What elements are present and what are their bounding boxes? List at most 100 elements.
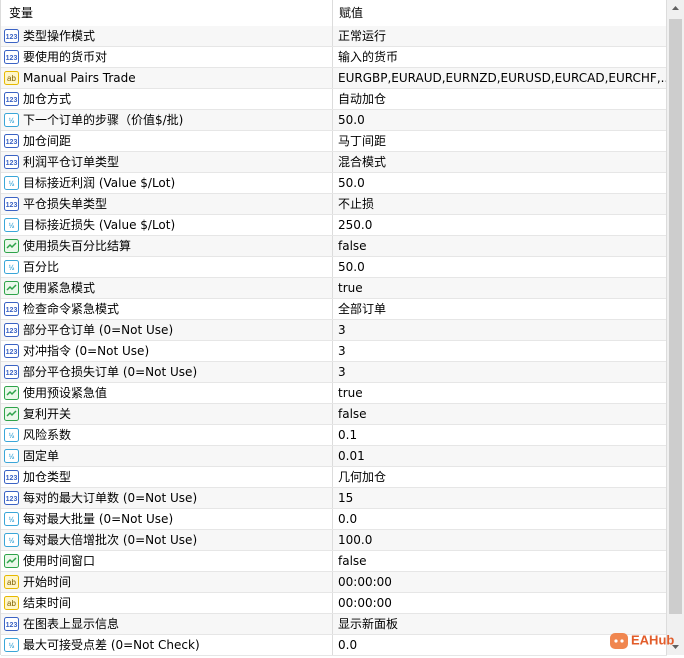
table-row[interactable]: 123 类型操作模式 正常运行 bbox=[1, 26, 667, 47]
svg-text:123: 123 bbox=[6, 349, 18, 356]
table-row[interactable]: 123 在图表上显示信息 显示新面板 bbox=[1, 614, 667, 635]
table-row[interactable]: 123 部分平仓损失订单 (0=Not Use) 3 bbox=[1, 362, 667, 383]
value-cell[interactable]: 50.0 bbox=[333, 257, 667, 277]
table-row[interactable]: 123 每对的最大订单数 (0=Not Use) 15 bbox=[1, 488, 667, 509]
variable-cell[interactable]: 123 部分平仓订单 (0=Not Use) bbox=[1, 320, 333, 340]
value-cell[interactable]: 0.0 bbox=[333, 509, 667, 529]
variable-cell[interactable]: ½ 目标接近损失 (Value $/Lot) bbox=[1, 215, 333, 235]
table-row[interactable]: 123 检查命令紧急模式 全部订单 bbox=[1, 299, 667, 320]
variable-cell[interactable]: 123 部分平仓损失订单 (0=Not Use) bbox=[1, 362, 333, 382]
table-row[interactable]: 复利开关 false bbox=[1, 404, 667, 425]
table-row[interactable]: ½ 目标接近利润 (Value $/Lot) 50.0 bbox=[1, 173, 667, 194]
table-row[interactable]: 123 加仓类型 几何加仓 bbox=[1, 467, 667, 488]
table-row[interactable]: ½ 每对最大倍增批次 (0=Not Use) 100.0 bbox=[1, 530, 667, 551]
value-cell[interactable]: 250.0 bbox=[333, 215, 667, 235]
value-cell[interactable]: 3 bbox=[333, 320, 667, 340]
variable-name: 目标接近利润 (Value $/Lot) bbox=[23, 176, 176, 190]
table-row[interactable]: ½ 目标接近损失 (Value $/Lot) 250.0 bbox=[1, 215, 667, 236]
variable-cell[interactable]: ½ 下一个订单的步骤（价值$/批) bbox=[1, 110, 333, 130]
table-row[interactable]: ½ 最大可接受点差 (0=Not Check) 0.0 bbox=[1, 635, 667, 656]
value-cell[interactable]: 几何加仓 bbox=[333, 467, 667, 487]
variable-cell[interactable]: ab Manual Pairs Trade bbox=[1, 68, 333, 88]
variable-cell[interactable]: 123 加仓间距 bbox=[1, 131, 333, 151]
table-row[interactable]: 123 要使用的货币对 输入的货币 bbox=[1, 47, 667, 68]
value-cell[interactable]: false bbox=[333, 404, 667, 424]
value-cell[interactable]: 自动加仓 bbox=[333, 89, 667, 109]
value-cell[interactable]: 马丁间距 bbox=[333, 131, 667, 151]
value-cell[interactable]: 0.1 bbox=[333, 425, 667, 445]
value-cell[interactable]: 50.0 bbox=[333, 110, 667, 130]
svg-text:½: ½ bbox=[9, 642, 15, 650]
value-cell[interactable]: 正常运行 bbox=[333, 26, 667, 46]
value-cell[interactable]: 3 bbox=[333, 362, 667, 382]
scrollbar-thumb[interactable] bbox=[669, 19, 682, 614]
variable-cell[interactable]: 123 加仓类型 bbox=[1, 467, 333, 487]
variable-cell[interactable]: 使用预设紧急值 bbox=[1, 383, 333, 403]
table-row[interactable]: 使用时间窗口 false bbox=[1, 551, 667, 572]
value-cell[interactable]: 50.0 bbox=[333, 173, 667, 193]
variable-cell[interactable]: ½ 每对最大批量 (0=Not Use) bbox=[1, 509, 333, 529]
table-row[interactable]: 123 部分平仓订单 (0=Not Use) 3 bbox=[1, 320, 667, 341]
table-row[interactable]: ab Manual Pairs Trade EURGBP,EURAUD,EURNZD… bbox=[1, 68, 667, 89]
value-cell[interactable]: 15 bbox=[333, 488, 667, 508]
table-row[interactable]: ½ 百分比 50.0 bbox=[1, 257, 667, 278]
value-cell[interactable]: 输入的货币 bbox=[333, 47, 667, 67]
variable-cell[interactable]: ab 开始时间 bbox=[1, 572, 333, 592]
value-cell[interactable]: true bbox=[333, 383, 667, 403]
value-cell[interactable]: true bbox=[333, 278, 667, 298]
variable-cell[interactable]: 使用紧急模式 bbox=[1, 278, 333, 298]
variable-cell[interactable]: 123 对冲指令 (0=Not Use) bbox=[1, 341, 333, 361]
value-cell[interactable]: 100.0 bbox=[333, 530, 667, 550]
table-row[interactable]: 123 加仓方式 自动加仓 bbox=[1, 89, 667, 110]
table-row[interactable]: ab 结束时间 00:00:00 bbox=[1, 593, 667, 614]
value-cell[interactable]: 00:00:00 bbox=[333, 593, 667, 613]
table-row[interactable]: ½ 风险系数 0.1 bbox=[1, 425, 667, 446]
scroll-up-arrow-icon[interactable] bbox=[667, 0, 684, 17]
variable-cell[interactable]: ½ 每对最大倍增批次 (0=Not Use) bbox=[1, 530, 333, 550]
variable-cell[interactable]: ½ 风险系数 bbox=[1, 425, 333, 445]
variable-cell[interactable]: 复利开关 bbox=[1, 404, 333, 424]
value-cell[interactable]: 混合模式 bbox=[333, 152, 667, 172]
double-type-icon: ½ bbox=[4, 218, 19, 232]
table-row[interactable]: 使用紧急模式 true bbox=[1, 278, 667, 299]
variable-cell[interactable]: 123 平仓损失单类型 bbox=[1, 194, 333, 214]
variable-cell[interactable]: 123 要使用的货币对 bbox=[1, 47, 333, 67]
value-cell[interactable]: 0.01 bbox=[333, 446, 667, 466]
variable-cell[interactable]: ½ 固定单 bbox=[1, 446, 333, 466]
variable-cell[interactable]: 123 类型操作模式 bbox=[1, 26, 333, 46]
table-row[interactable]: 使用损失百分比结算 false bbox=[1, 236, 667, 257]
variable-cell[interactable]: 使用时间窗口 bbox=[1, 551, 333, 571]
table-row[interactable]: 123 加仓间距 马丁间距 bbox=[1, 131, 667, 152]
value-cell[interactable]: false bbox=[333, 551, 667, 571]
variable-cell[interactable]: 123 在图表上显示信息 bbox=[1, 614, 333, 634]
variable-cell[interactable]: ½ 目标接近利润 (Value $/Lot) bbox=[1, 173, 333, 193]
variable-cell[interactable]: 使用损失百分比结算 bbox=[1, 236, 333, 256]
value-cell[interactable]: 3 bbox=[333, 341, 667, 361]
table-row[interactable]: ½ 固定单 0.01 bbox=[1, 446, 667, 467]
variable-name: 下一个订单的步骤（价值$/批) bbox=[23, 113, 184, 127]
vertical-scrollbar[interactable] bbox=[666, 0, 684, 655]
table-row[interactable]: ½ 每对最大批量 (0=Not Use) 0.0 bbox=[1, 509, 667, 530]
variable-cell[interactable]: 123 加仓方式 bbox=[1, 89, 333, 109]
value-cell[interactable]: 不止损 bbox=[333, 194, 667, 214]
value-cell[interactable]: false bbox=[333, 236, 667, 256]
variable-cell[interactable]: 123 检查命令紧急模式 bbox=[1, 299, 333, 319]
variable-cell[interactable]: 123 利润平仓订单类型 bbox=[1, 152, 333, 172]
column-header-value[interactable]: 赋值 bbox=[333, 0, 667, 26]
table-row[interactable]: ab 开始时间 00:00:00 bbox=[1, 572, 667, 593]
table-row[interactable]: 123 平仓损失单类型 不止损 bbox=[1, 194, 667, 215]
table-row[interactable]: 123 利润平仓订单类型 混合模式 bbox=[1, 152, 667, 173]
variable-cell[interactable]: 123 每对的最大订单数 (0=Not Use) bbox=[1, 488, 333, 508]
value-cell[interactable]: 00:00:00 bbox=[333, 572, 667, 592]
value-cell[interactable]: 全部订单 bbox=[333, 299, 667, 319]
value-cell[interactable]: EURGBP,EURAUD,EURNZD,EURUSD,EURCAD,EURCH… bbox=[333, 68, 667, 88]
variable-cell[interactable]: ½ 最大可接受点差 (0=Not Check) bbox=[1, 635, 333, 655]
table-row[interactable]: ½ 下一个订单的步骤（价值$/批) 50.0 bbox=[1, 110, 667, 131]
column-header-variable[interactable]: 变量 bbox=[1, 0, 333, 26]
variable-cell[interactable]: ab 结束时间 bbox=[1, 593, 333, 613]
table-row[interactable]: 使用预设紧急值 true bbox=[1, 383, 667, 404]
boolean-type-icon bbox=[4, 554, 19, 568]
integer-type-icon: 123 bbox=[4, 344, 19, 358]
table-row[interactable]: 123 对冲指令 (0=Not Use) 3 bbox=[1, 341, 667, 362]
variable-cell[interactable]: ½ 百分比 bbox=[1, 257, 333, 277]
